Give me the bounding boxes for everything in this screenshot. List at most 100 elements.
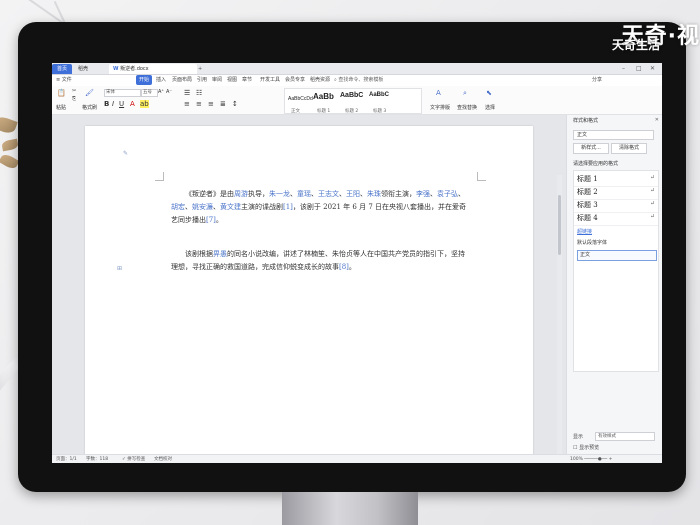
font-color-button[interactable]: A [130, 100, 135, 108]
cut-icon[interactable]: ✂ [72, 88, 76, 94]
grow-font-button[interactable]: A⁺ [158, 89, 164, 95]
text-run: 、 [339, 190, 346, 198]
tab-home[interactable]: 首页 [52, 64, 72, 74]
list-item[interactable]: 标题 4 ↵ [574, 212, 658, 226]
style-body-selected[interactable]: 正文 [577, 250, 657, 261]
current-style-select[interactable]: 正文 [573, 130, 654, 140]
menu-chapter[interactable]: 章节 [242, 75, 252, 85]
citation-link[interactable]: [8] [339, 263, 349, 271]
menu-view[interactable]: 视图 [227, 75, 237, 85]
font-size-select[interactable]: 五号 [141, 89, 158, 97]
scrollbar-thumb[interactable] [558, 195, 561, 255]
style-hyperlink[interactable]: 超链接 [577, 228, 592, 235]
text-run: 、 [430, 190, 437, 198]
style-name: 标题 2 [577, 188, 598, 196]
highlight-button[interactable]: ab [140, 100, 149, 108]
list-item[interactable]: 标题 1 ↵ [574, 173, 658, 187]
tab-templates[interactable]: 稻壳 [74, 64, 112, 74]
new-style-button[interactable]: 新样式... [573, 143, 609, 154]
text-link[interactable]: 袁子弘 [437, 190, 458, 198]
justify-button[interactable]: ≣ [220, 100, 226, 108]
doc-check[interactable]: 文档校对 [154, 455, 172, 463]
shrink-font-button[interactable]: A⁻ [166, 89, 172, 95]
style-default-font[interactable]: 默认段落字体 [577, 239, 607, 246]
text-link[interactable]: 童瑶 [297, 190, 311, 198]
text-link[interactable]: 胡宏 [171, 203, 185, 211]
tab-document[interactable]: W 叛逆者.docx [109, 64, 197, 74]
font-family-select[interactable]: 宋体 [104, 89, 141, 97]
document-paragraph[interactable]: 《叛逆者》是由周游执导，朱一龙、童瑶、王志文、王阳、朱珠领衔主演，李强、袁子弘、… [171, 188, 469, 227]
text-run: 、 [290, 190, 297, 198]
list-item[interactable]: 标题 2 ↵ [574, 186, 658, 200]
show-select[interactable]: 有效样式 [595, 432, 655, 441]
watermark-sub: 天奇生活 [611, 38, 660, 52]
numbering-button[interactable]: ☷ [196, 89, 202, 97]
menu-review[interactable]: 审阅 [212, 75, 222, 85]
italic-button[interactable]: I [112, 100, 114, 108]
paste-icon[interactable]: 📋 [57, 89, 66, 97]
leaf-decoration [0, 114, 18, 136]
align-left-button[interactable]: ≡ [184, 100, 190, 108]
share-button[interactable]: 分享 [592, 75, 602, 85]
text-link[interactable]: 李强 [416, 190, 430, 198]
menu-docer[interactable]: 稻壳资源 [310, 75, 330, 85]
minimize-button[interactable]: – [622, 63, 625, 74]
maximize-button[interactable]: □ [636, 63, 642, 74]
style-normal-preview[interactable]: AaBbCcDd [288, 96, 313, 102]
text-link[interactable]: 朱珠 [367, 190, 381, 198]
text-tools-icon[interactable]: A [436, 89, 441, 97]
new-tab-button[interactable]: + [194, 64, 210, 74]
close-button[interactable]: ✕ [650, 63, 655, 74]
find-replace-icon[interactable]: ⌕ [463, 89, 467, 98]
vertical-scrollbar[interactable] [557, 175, 562, 463]
align-right-button[interactable]: ≡ [208, 100, 214, 108]
clear-format-button[interactable]: 清除格式 [611, 143, 647, 154]
preview-label: 显示预览 [579, 445, 600, 451]
zoom-slider[interactable]: 100% ─────●── + [570, 455, 612, 463]
text-link[interactable]: 朱一龙 [269, 190, 290, 198]
style-h2-preview[interactable]: AaBbC [340, 92, 363, 99]
citation-link[interactable]: [1] [283, 203, 293, 211]
word-count[interactable]: 字数：118 [86, 455, 108, 463]
menu-references[interactable]: 引用 [197, 75, 207, 85]
style-h1-label: 标题 1 [317, 109, 331, 114]
text-link[interactable]: 姚安濂 [192, 203, 213, 211]
text-link[interactable]: 畀愚 [213, 250, 227, 258]
page-count[interactable]: 页面：1/1 [56, 455, 77, 463]
align-center-button[interactable]: ≡ [196, 100, 202, 108]
styles-pane: 样式和格式 ✕ 正文 新样式... 清除格式 请选择要应用的格式 标题 1 ↵ … [566, 115, 662, 454]
underline-button[interactable]: U [119, 100, 124, 108]
bold-button[interactable]: B [104, 100, 109, 108]
bullets-button[interactable]: ☰ [184, 89, 190, 97]
format-painter-icon[interactable]: 🖌 [85, 89, 94, 97]
style-h1-preview[interactable]: AaBb [313, 92, 334, 101]
file-menu[interactable]: ≡ 文件 [56, 75, 72, 85]
text-link[interactable]: 黄文建 [220, 203, 241, 211]
document-page[interactable]: ✎ 《叛逆者》是由周游执导，朱一龙、童瑶、王志文、王阳、朱珠领衔主演，李强、袁子… [85, 126, 533, 456]
close-icon[interactable]: ✕ [655, 117, 659, 123]
citation-link[interactable]: [7] [206, 216, 216, 224]
menu-member[interactable]: 会员专享 [285, 75, 305, 85]
text-link[interactable]: 王阳 [346, 190, 360, 198]
text-run: 主演的谍战剧 [241, 203, 283, 211]
style-h3-preview[interactable]: AaBbC [369, 92, 389, 98]
text-link[interactable]: 周游 [234, 190, 248, 198]
document-paragraph[interactable]: 该剧根据畀愚的同名小说改编，讲述了林楠笙、朱怡贞等人在中国共产党员的指引下，坚持… [171, 248, 469, 274]
checkbox-icon: ☐ [573, 445, 578, 451]
text-tools-label: 文字排版 [430, 105, 451, 111]
menu-home[interactable]: 开始 [136, 75, 153, 85]
copy-icon[interactable]: ⎘ [72, 96, 76, 102]
select-icon[interactable]: ⬉ [486, 89, 492, 97]
menu-dev-tools[interactable]: 开发工具 [260, 75, 280, 85]
menu-page-layout[interactable]: 页面布局 [172, 75, 192, 85]
command-search[interactable]: ⌕ 查找命令、搜索模板 [334, 75, 383, 85]
style-name: 标题 1 [577, 175, 598, 183]
text-link[interactable]: 王志文 [318, 190, 339, 198]
menu-bar: ≡ 文件 开始 插入 页面布局 引用 审阅 视图 章节 开发工具 会员专享 稻壳… [52, 75, 662, 85]
spell-check[interactable]: ✓ 拼写检查 [122, 455, 145, 463]
menu-insert[interactable]: 插入 [156, 75, 166, 85]
line-spacing-button[interactable]: ↕ [232, 100, 238, 108]
text-run: 、 [213, 203, 220, 211]
list-item[interactable]: 标题 3 ↵ [574, 199, 658, 213]
preview-checkbox[interactable]: ☐ 显示预览 [573, 444, 599, 451]
